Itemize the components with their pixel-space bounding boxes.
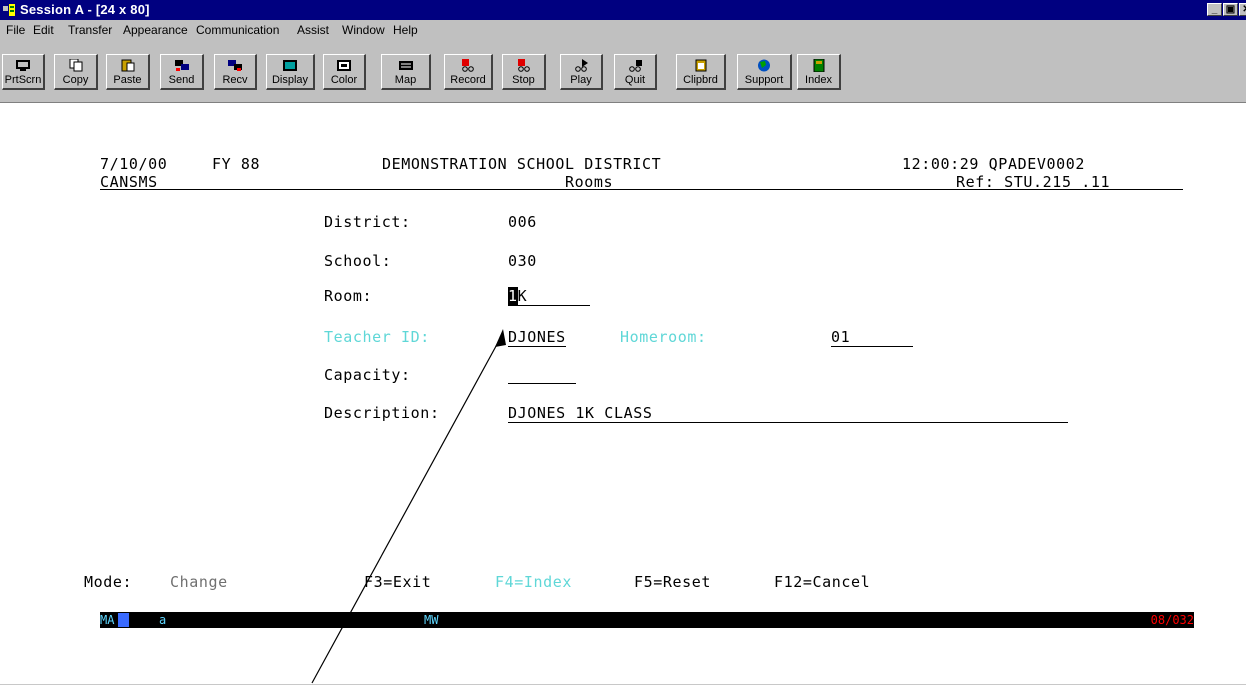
annotation-arrow <box>311 329 506 684</box>
